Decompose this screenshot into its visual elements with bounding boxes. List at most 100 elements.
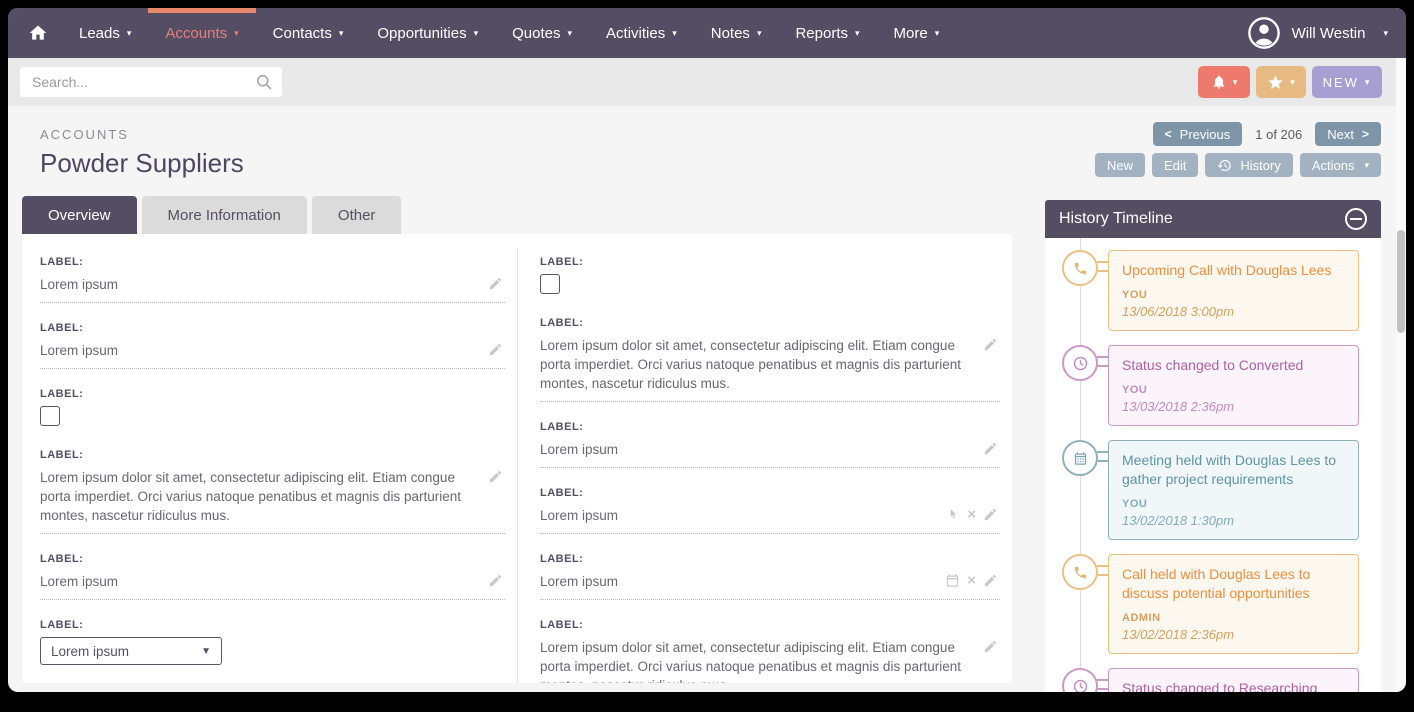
nav-item-label: Leads [79, 25, 120, 42]
new-label: New [1107, 158, 1133, 173]
field-row: Lorem ipsum × [540, 505, 1000, 534]
checkbox[interactable] [40, 406, 60, 426]
field-label: LABEL: [40, 388, 505, 400]
nav-item-label: Opportunities [377, 25, 466, 42]
new-record-button[interactable]: NEW ▾ [1312, 66, 1382, 98]
field-label: LABEL: [540, 553, 1000, 565]
nav-item-quotes[interactable]: Quotes ▾ [495, 8, 589, 58]
edit-pencil-icon[interactable] [488, 573, 503, 588]
timeline-title: History Timeline [1059, 210, 1173, 228]
timeline-card[interactable]: Status changed to Converted YOU 13/03/20… [1108, 345, 1359, 426]
nav-item-reports[interactable]: Reports▾ [778, 8, 876, 58]
new-button[interactable]: New [1095, 153, 1145, 177]
nav-item-accounts[interactable]: Accounts▾ [148, 8, 255, 58]
field-label: LABEL: [540, 619, 1000, 631]
field-label: LABEL: [540, 317, 1000, 329]
search-input[interactable] [20, 67, 282, 97]
edit-pencil-icon[interactable] [983, 337, 998, 352]
edit-pencil-icon[interactable] [488, 342, 503, 357]
field-row: Lorem ipsum × [540, 571, 1000, 600]
timeline-entry-date: 13/02/2018 1:30pm [1122, 513, 1345, 528]
text-field: LABEL: Lorem ipsum [540, 421, 1000, 468]
actions-label: Actions [1312, 158, 1355, 173]
timeline-entry-title: Call held with Douglas Lees to discuss p… [1122, 565, 1345, 603]
phone-icon [1062, 250, 1098, 286]
timeline-card[interactable]: Call held with Douglas Lees to discuss p… [1108, 554, 1359, 654]
chevron-down-icon: ▾ [568, 29, 573, 38]
nav-item-notes[interactable]: Notes▾ [694, 8, 779, 58]
favorites-button[interactable]: ▾ [1256, 66, 1306, 98]
chevron-down-icon: ▾ [234, 29, 239, 38]
field-row: Lorem ipsum [40, 274, 505, 303]
phone-icon [1062, 554, 1098, 590]
scrollbar-thumb[interactable] [1397, 230, 1405, 333]
field-value: Lorem ipsum [540, 574, 618, 589]
field-label: LABEL: [540, 487, 1000, 499]
timeline-connector [1097, 565, 1108, 576]
cursor-pointer-icon[interactable] [947, 508, 960, 521]
edit-pencil-icon[interactable] [488, 469, 503, 484]
clear-x-icon[interactable]: × [967, 574, 976, 588]
nav-item-activities[interactable]: Activities▾ [589, 8, 694, 58]
timeline-entry-user: ADMIN [1122, 612, 1345, 624]
field-label: LABEL: [540, 421, 1000, 433]
history-timeline-panel: History Timeline Upcoming Call with Doug… [1045, 200, 1381, 692]
chevron-down-icon: ▾ [672, 29, 677, 38]
edit-pencil-icon[interactable] [983, 573, 998, 588]
nav-spacer [956, 8, 1238, 58]
form-column-left: LABEL: Lorem ipsum LABEL: Lorem ipsum LA… [22, 248, 517, 683]
tab-overview[interactable]: Overview [22, 196, 137, 234]
nav-item-label: Quotes [512, 25, 560, 42]
chevron-down-icon: ▾ [339, 29, 344, 38]
nav-item-leads[interactable]: Leads▾ [62, 8, 148, 58]
chevron-down-icon: ▾ [1365, 78, 1372, 87]
tab-label: More Information [168, 207, 281, 224]
field-value: Lorem ipsum dolor sit amet, consectetur … [40, 470, 461, 523]
clear-x-icon[interactable]: × [967, 508, 976, 522]
edit-pencil-icon[interactable] [983, 441, 998, 456]
bell-icon [1211, 74, 1227, 90]
timeline-card[interactable]: Upcoming Call with Douglas Lees YOU 13/0… [1108, 250, 1359, 331]
checkbox[interactable] [540, 274, 560, 294]
app-window: Leads▾ Accounts▾ Contacts▾ Opportunities… [8, 8, 1406, 692]
edit-pencil-icon[interactable] [983, 507, 998, 522]
timeline-entry: Status changed to Researching ADMIN 13/0… [1108, 668, 1359, 692]
previous-button[interactable]: < Previous [1153, 122, 1243, 146]
timeline-card[interactable]: Meeting held with Douglas Lees to gather… [1108, 440, 1359, 540]
tab-more-information[interactable]: More Information [142, 196, 307, 234]
edit-label: Edit [1164, 158, 1186, 173]
notifications-button[interactable]: ▾ [1198, 66, 1250, 98]
record-header: ACCOUNTS Powder Suppliers < Previous 1 o… [8, 106, 1406, 196]
field-label: LABEL: [40, 553, 505, 565]
record-header-actions: < Previous 1 of 206 Next > New Edit [1095, 122, 1381, 196]
previous-label: Previous [1180, 127, 1231, 142]
edit-pencil-icon[interactable] [488, 276, 503, 291]
nav-home[interactable] [14, 8, 62, 58]
calendar-icon[interactable] [945, 573, 960, 588]
nav-item-opportunities[interactable]: Opportunities▾ [360, 8, 495, 58]
select-dropdown[interactable]: Lorem ipsum ▼ [40, 637, 222, 665]
user-menu[interactable]: Will Westin ▾ [1239, 8, 1396, 58]
minus-circle-icon[interactable] [1345, 208, 1367, 230]
timeline-entry-user: YOU [1122, 384, 1345, 396]
next-button[interactable]: Next > [1315, 122, 1381, 146]
field-row: Lorem ipsum [40, 571, 505, 600]
avatar-icon [1247, 16, 1281, 50]
field-label: LABEL: [40, 619, 505, 631]
edit-pencil-icon[interactable] [983, 639, 998, 654]
timeline-entry: Call held with Douglas Lees to discuss p… [1108, 554, 1359, 654]
timeline-card[interactable]: Status changed to Researching ADMIN 13/0… [1108, 668, 1359, 692]
search-icon[interactable] [254, 72, 274, 92]
nav-item-label: Reports [795, 25, 848, 42]
nav-item-more[interactable]: More▾ [877, 8, 957, 58]
tab-other[interactable]: Other [312, 196, 402, 234]
actions-button[interactable]: Actions ▾ [1300, 153, 1381, 177]
nav-item-contacts[interactable]: Contacts▾ [256, 8, 361, 58]
chevron-right-icon: > [1362, 127, 1369, 141]
chevron-down-icon: ▾ [1290, 78, 1295, 87]
edit-button[interactable]: Edit [1152, 153, 1198, 177]
search-toolbar: ▾ ▾ NEW ▾ [8, 58, 1406, 106]
chevron-down-icon: ▾ [1383, 29, 1388, 38]
clock-icon [1062, 345, 1098, 381]
history-button[interactable]: History [1205, 153, 1292, 177]
